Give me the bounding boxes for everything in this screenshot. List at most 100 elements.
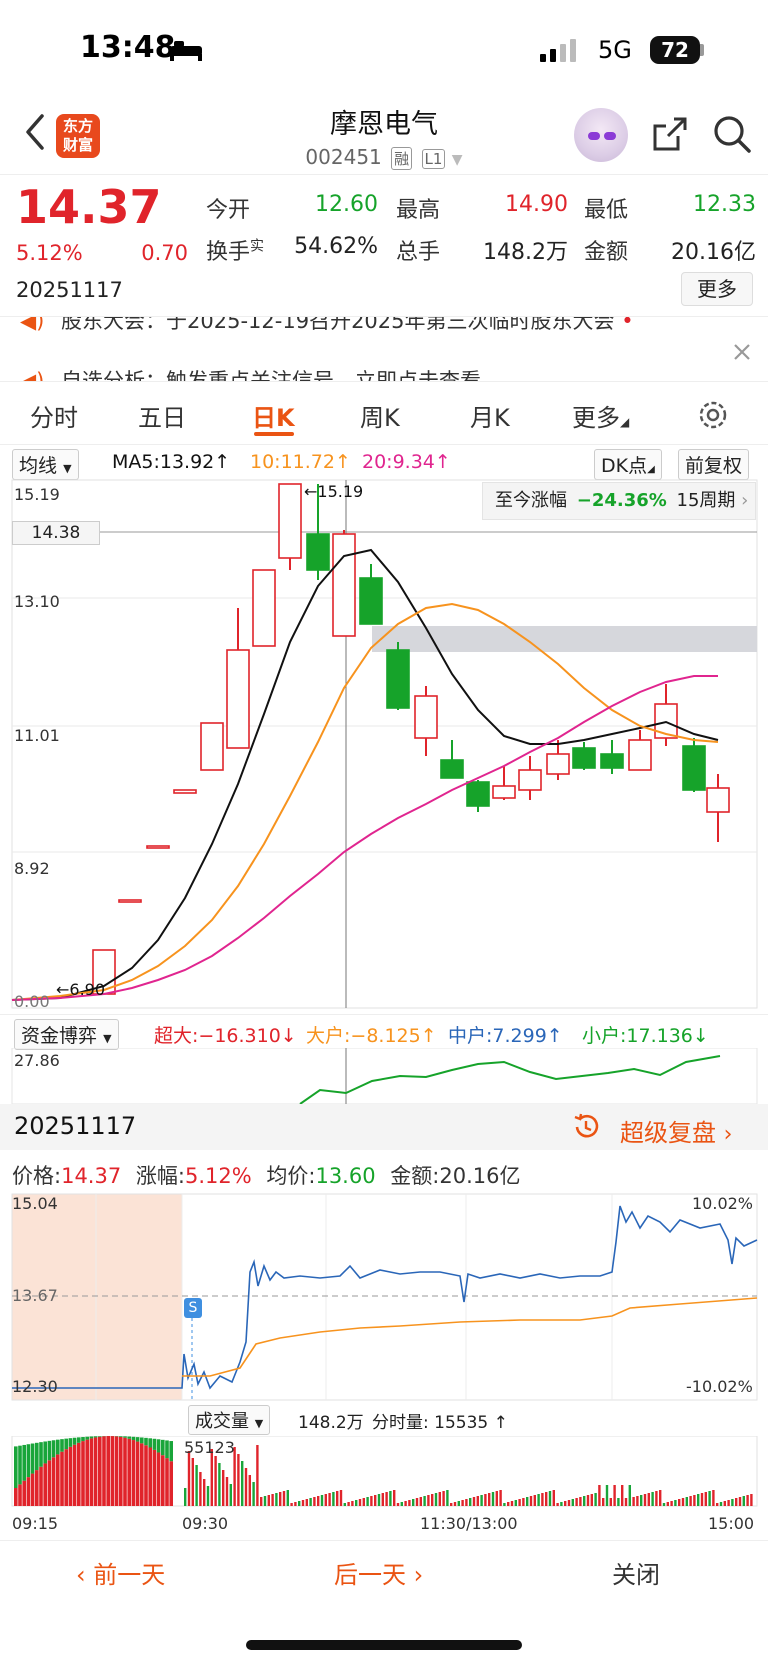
tab-intraday[interactable]: 分时 <box>30 398 78 433</box>
amount-value: 20.16亿 <box>671 240 756 265</box>
divider <box>0 174 768 175</box>
candle-body <box>492 785 516 799</box>
volume-bar <box>533 1495 536 1506</box>
history-clock-icon[interactable] <box>570 1111 602 1143</box>
volume-bar <box>689 1496 692 1506</box>
auction-volume-red <box>119 1436 123 1506</box>
prev-day-button[interactable]: ‹ 前一天 <box>76 1555 165 1590</box>
volume-bar <box>731 1499 734 1506</box>
auction-volume-red <box>135 1441 140 1506</box>
turnover-label-text: 换手 <box>206 240 251 265</box>
auction-volume-red <box>77 1442 81 1506</box>
volume-bar <box>396 1503 400 1506</box>
pct-label: 涨幅: <box>135 1164 185 1188</box>
more-button[interactable]: 更多 <box>681 272 753 306</box>
volume-bar <box>381 1493 384 1506</box>
volume-bar <box>518 1499 521 1506</box>
volume-bar <box>431 1494 434 1506</box>
auction-volume-red <box>114 1436 119 1506</box>
volume-bar <box>366 1497 369 1506</box>
notice-ticker[interactable]: ◀) 股东大会：于2025-12-19召开2025年第三次临时股东大会 • ◀)… <box>0 316 768 382</box>
open-value: 12.60 <box>315 192 378 217</box>
volume-bar <box>222 1470 225 1506</box>
auction-volume-red <box>56 1454 60 1506</box>
volume-bar <box>605 1485 609 1506</box>
auction-volume-red <box>123 1437 127 1506</box>
candle-body <box>226 649 250 749</box>
candle-body <box>466 781 490 807</box>
high-label: 最高 <box>396 198 441 223</box>
super-replay-link[interactable]: 超级复盘 › <box>620 1113 732 1148</box>
volume-bar <box>681 1498 685 1506</box>
ma5-value: MA5:13.92↑ <box>112 451 231 473</box>
volume-bar <box>415 1498 419 1506</box>
volume-bar <box>438 1492 441 1506</box>
volume-bar <box>282 1491 286 1506</box>
auction-volume-green <box>68 1438 73 1447</box>
close-icon[interactable] <box>732 342 752 362</box>
volume-bar <box>404 1501 407 1506</box>
tab-weekly-k[interactable]: 周K <box>360 398 400 433</box>
share-icon[interactable] <box>650 114 690 154</box>
auction-volume-green <box>77 1437 81 1443</box>
intraday-pct-bot: -10.02% <box>686 1377 753 1396</box>
volume-bar <box>693 1495 696 1506</box>
tab-monthly-k[interactable]: 月K <box>470 398 510 433</box>
volume-bar <box>700 1493 704 1506</box>
volume-bar <box>347 1502 350 1506</box>
quote-date: 20251117 <box>16 278 123 302</box>
auction-volume-green <box>93 1436 98 1438</box>
sell-marker[interactable]: S <box>184 1298 202 1318</box>
volume-bar <box>586 1495 590 1506</box>
ma-selector[interactable]: 均线 ▼ <box>12 449 79 480</box>
auction-volume-red <box>127 1438 131 1506</box>
auction-volume-red <box>161 1455 165 1506</box>
volume-bar <box>244 1468 248 1506</box>
settings-gear-icon[interactable] <box>696 398 730 432</box>
intraday-chart[interactable] <box>0 1192 768 1402</box>
change-pct: 5.12% <box>16 241 83 265</box>
battery-tip <box>700 44 704 56</box>
auction-volume-red <box>26 1477 31 1506</box>
fund-selector[interactable]: 资金博弈 ▼ <box>14 1019 119 1050</box>
tab-more[interactable]: 更多◢ <box>572 398 629 433</box>
volume-bar <box>355 1500 358 1506</box>
volume-bar <box>256 1445 259 1506</box>
close-button[interactable]: 关闭 <box>612 1555 660 1590</box>
volume-bar <box>697 1494 700 1506</box>
auction-volume-red <box>148 1447 152 1506</box>
volume-bar <box>613 1485 616 1506</box>
high-marker: ←15.19 <box>304 482 364 501</box>
volume-bar <box>602 1498 605 1506</box>
auction-volume-red <box>51 1457 56 1506</box>
volume-bar <box>647 1493 650 1506</box>
ma10-line <box>11 602 719 1001</box>
dk-button[interactable]: DK点◢ <box>594 449 662 480</box>
volume-bar <box>579 1497 582 1506</box>
volume-bar <box>301 1500 305 1506</box>
volume-bar <box>271 1494 274 1506</box>
tab-five-day[interactable]: 五日 <box>138 398 186 433</box>
search-icon[interactable] <box>712 114 752 154</box>
auction-volume-red <box>81 1441 85 1506</box>
auction-volume-red <box>43 1463 47 1506</box>
tab-daily-k[interactable]: 日K <box>252 398 295 433</box>
volume-bar <box>480 1495 483 1506</box>
assistant-avatar[interactable] <box>574 108 628 162</box>
volume-bar <box>450 1503 453 1506</box>
next-day-button[interactable]: 后一天 › <box>334 1555 423 1590</box>
volume-selector[interactable]: 成交量 ▼ <box>188 1405 271 1435</box>
kline-chart[interactable] <box>0 478 768 1014</box>
volume-bar <box>522 1498 525 1506</box>
auction-volume-red <box>102 1436 106 1506</box>
adjust-button[interactable]: 前复权 <box>678 449 750 480</box>
volume-bar <box>476 1496 479 1506</box>
gain-info-box[interactable]: 至今涨幅 −24.36% 15周期 › <box>482 482 756 520</box>
candle-body <box>414 695 438 739</box>
volume-bar <box>643 1494 647 1506</box>
auction-volume-red <box>98 1436 102 1506</box>
low-label: 最低 <box>584 198 629 223</box>
divider <box>0 444 768 445</box>
volume-bar <box>263 1496 267 1506</box>
auction-volume-green <box>14 1446 18 1488</box>
